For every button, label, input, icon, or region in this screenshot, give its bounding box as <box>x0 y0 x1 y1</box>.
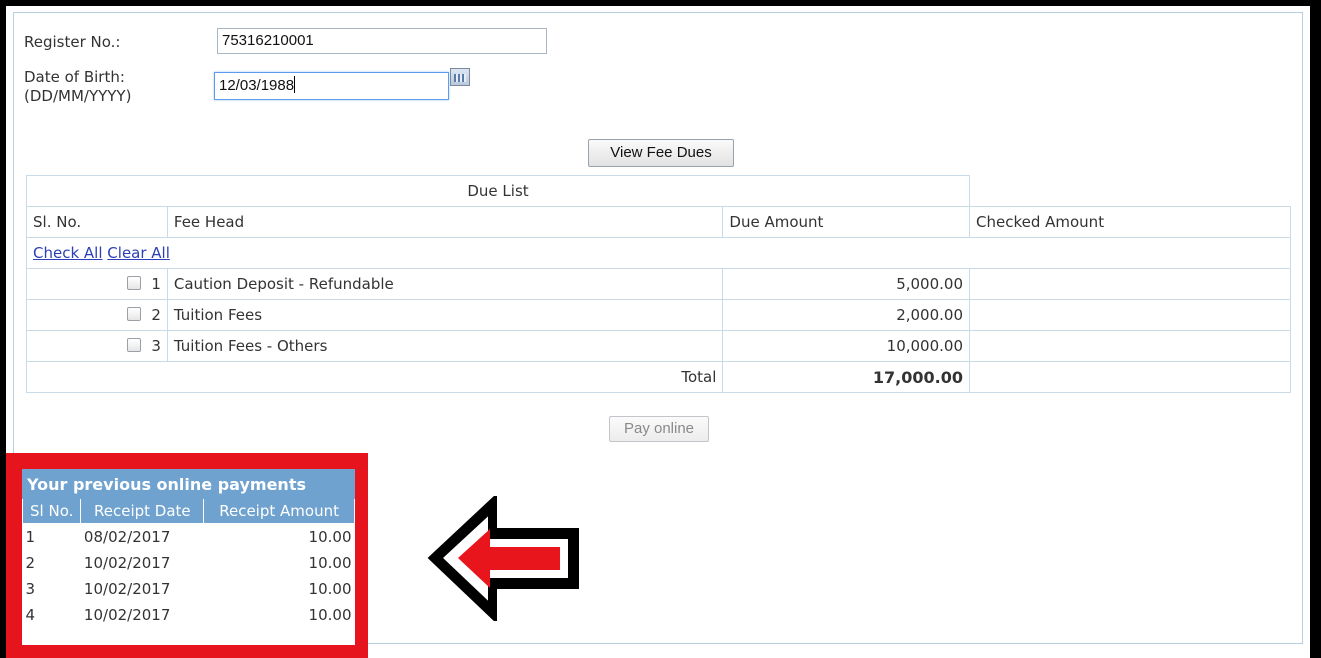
row-receipt-amount: 10.00 <box>308 554 352 572</box>
row-due-amount: 10,000.00 <box>722 330 970 362</box>
row-sl-no: 1 <box>151 275 161 293</box>
view-fee-dues-button[interactable]: View Fee Dues <box>588 139 734 167</box>
row-sl-no: 2 <box>151 306 161 324</box>
row-checkbox[interactable] <box>127 307 142 321</box>
total-label: Total <box>25 361 724 393</box>
dob-label: Date of Birth: <box>24 68 125 86</box>
table-row: 3 Tuition Fees - Others 10,000.00 <box>26 330 1291 362</box>
table-row: 1 Caution Deposit - Refundable 5,000.00 <box>26 268 1291 300</box>
previous-payments-title: Your previous online payments <box>22 469 355 499</box>
row-receipt-date: 10/02/2017 <box>83 606 171 624</box>
table-row: 4 10/02/2017 10.00 <box>23 602 355 628</box>
calendar-icon[interactable] <box>450 68 470 86</box>
row-receipt-amount: 10.00 <box>308 528 352 546</box>
header-receipt-date: Receipt Date <box>80 498 205 524</box>
pay-online-button[interactable]: Pay online <box>609 416 709 442</box>
row-due-amount: 2,000.00 <box>722 299 970 331</box>
row-receipt-date: 10/02/2017 <box>83 554 171 572</box>
row-due-amount: 5,000.00 <box>722 268 970 300</box>
row-sl-no: 3 <box>151 337 161 355</box>
dob-value: 12/03/1988 <box>219 77 295 94</box>
text-caret <box>294 76 296 93</box>
table-row: 1 08/02/2017 10.00 <box>23 524 355 551</box>
row-checked-amount <box>969 268 1291 300</box>
row-sl-no: 2 <box>25 554 36 572</box>
register-value: 75316210001 <box>222 32 314 49</box>
table-row: 2 10/02/2017 10.00 <box>23 550 355 576</box>
table-row: 3 10/02/2017 10.00 <box>23 576 355 602</box>
dob-format-label: (DD/MM/YYYY) <box>24 87 132 105</box>
header-sl-no: Sl No. <box>21 498 82 524</box>
row-fee-head: Caution Deposit - Refundable <box>166 268 724 300</box>
row-checkbox[interactable] <box>127 276 142 290</box>
header-receipt-amount: Receipt Amount <box>203 498 355 524</box>
row-sl-no: 4 <box>25 606 36 624</box>
dob-input[interactable]: 12/03/1988 <box>214 72 449 100</box>
header-due-amount: Due Amount <box>722 206 970 238</box>
header-fee-head: Fee Head <box>166 206 724 238</box>
pointer-arrow-icon <box>427 496 579 621</box>
row-sl-no: 1 <box>25 528 36 546</box>
register-label: Register No.: <box>24 33 121 51</box>
row-receipt-date: 10/02/2017 <box>83 580 171 598</box>
clear-all-link[interactable]: Clear All <box>107 244 170 262</box>
total-value: 17,000.00 <box>722 361 970 393</box>
check-all-link[interactable]: Check All <box>33 244 103 262</box>
total-row: Total 17,000.00 <box>25 361 1291 393</box>
row-fee-head: Tuition Fees - Others <box>166 330 724 362</box>
row-checked-amount <box>969 299 1291 331</box>
row-fee-head: Tuition Fees <box>166 299 724 331</box>
row-receipt-date: 08/02/2017 <box>83 528 171 546</box>
header-checked-amount: Checked Amount <box>969 206 1291 238</box>
table-row: 2 Tuition Fees 2,000.00 <box>26 299 1291 331</box>
select-links-row: Check All Clear All <box>26 237 1291 269</box>
register-input[interactable]: 75316210001 <box>217 28 547 54</box>
row-sl-no: 3 <box>25 580 36 598</box>
header-sl-no: Sl. No. <box>26 206 168 238</box>
previous-payments-table: Your previous online payments Sl No. Rec… <box>21 469 355 628</box>
due-list-title: Due List <box>26 175 970 207</box>
previous-payments-panel: Your previous online payments Sl No. Rec… <box>21 469 355 645</box>
row-receipt-amount: 10.00 <box>308 606 352 624</box>
row-checked-amount <box>969 330 1291 362</box>
row-checkbox[interactable] <box>127 338 142 352</box>
due-list-table: Due List Sl. No. Fee Head Due Amount Che… <box>25 175 1291 393</box>
page-frame: Register No.: 75316210001 Date of Birth:… <box>6 6 1310 658</box>
row-receipt-amount: 10.00 <box>308 580 352 598</box>
